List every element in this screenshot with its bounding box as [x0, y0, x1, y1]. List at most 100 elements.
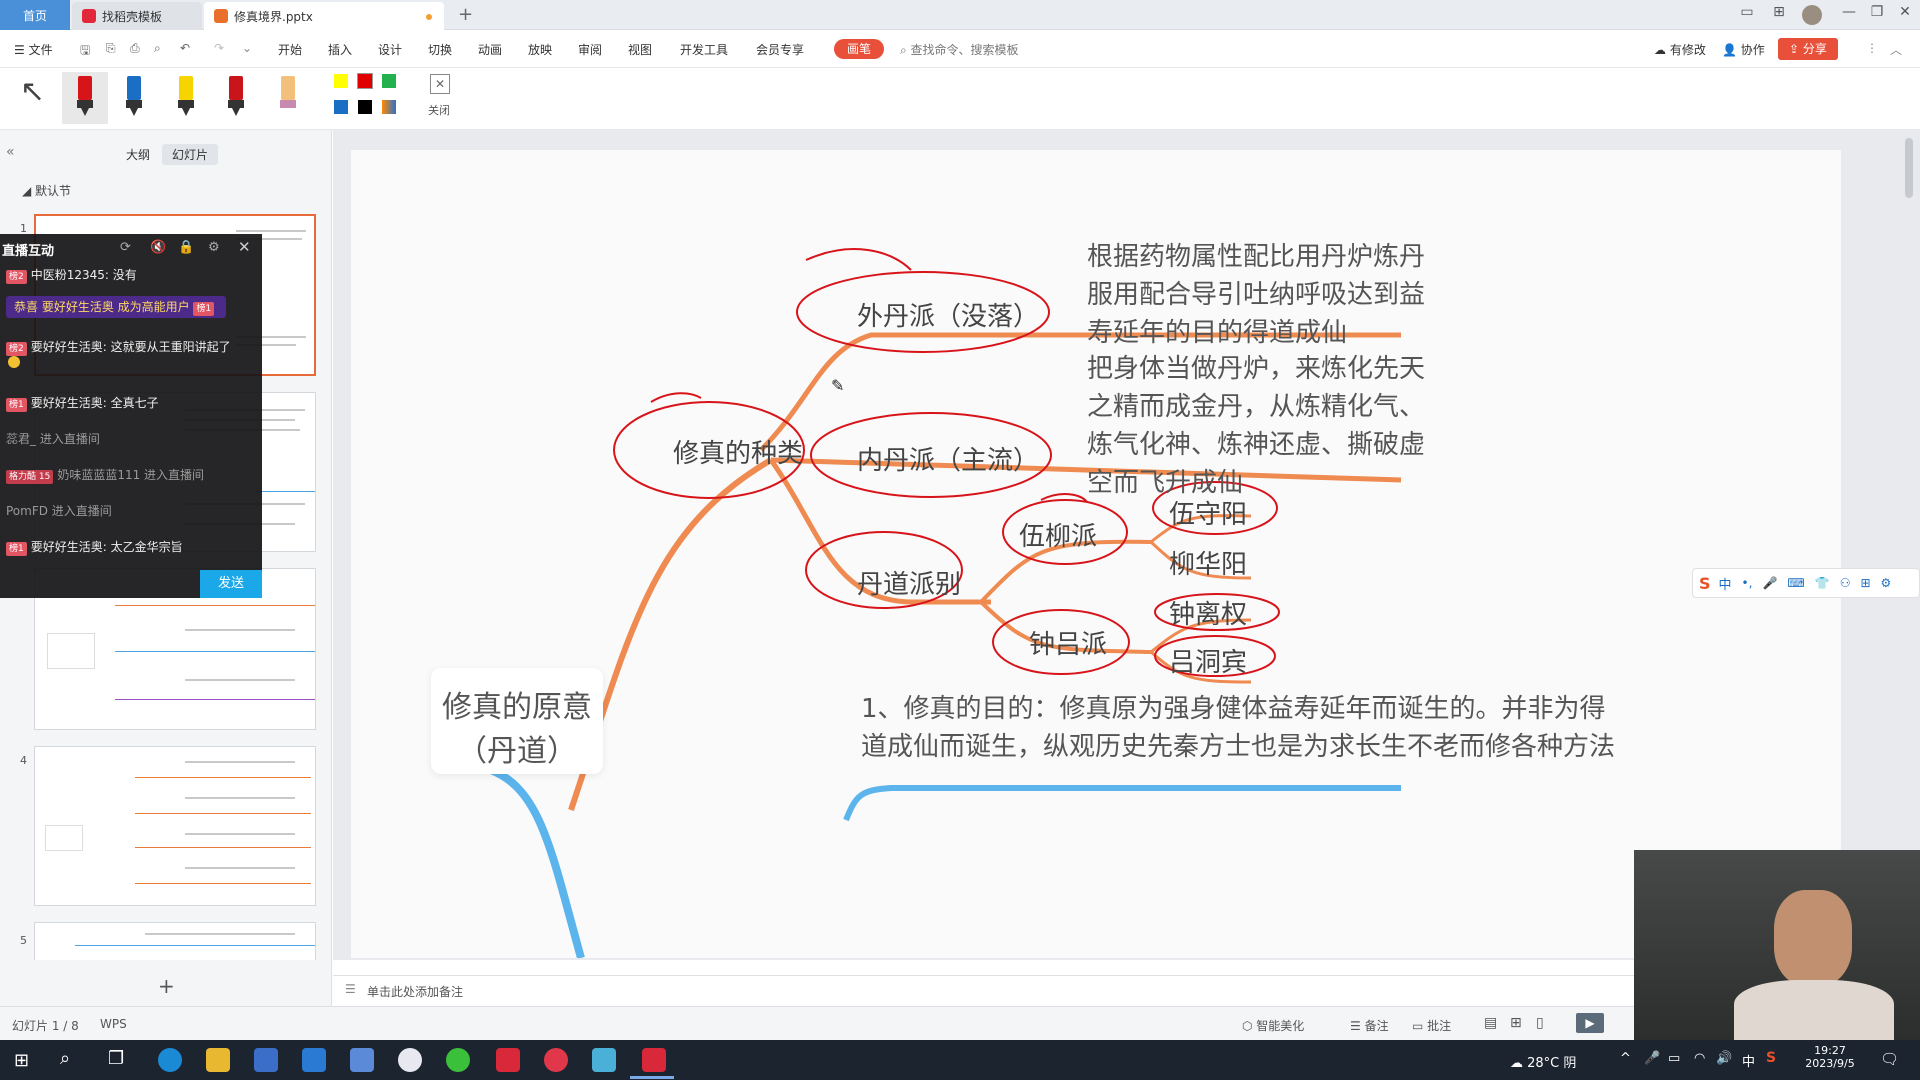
- wechat-icon[interactable]: [446, 1048, 470, 1072]
- menu-review[interactable]: 审阅: [578, 41, 602, 58]
- weather-widget[interactable]: ☁ 28°C 阴: [1510, 1052, 1576, 1071]
- ime-mode[interactable]: 中: [1719, 574, 1732, 593]
- refresh-icon[interactable]: ⟳: [120, 240, 131, 255]
- mic-icon[interactable]: 🎤: [1762, 576, 1777, 590]
- browser-icon[interactable]: [398, 1048, 422, 1072]
- branch-waidan-desc[interactable]: 根据药物属性配比用丹炉炼丹服用配合导引吐纳呼吸达到益寿延年的目的得道成仙: [1087, 238, 1447, 352]
- file-explorer-icon[interactable]: [206, 1048, 230, 1072]
- tab-document[interactable]: 修真境界.pptx: [204, 2, 444, 30]
- comments-button[interactable]: ▭ 批注: [1412, 1017, 1451, 1034]
- tab-template[interactable]: 找稻壳模板: [72, 2, 202, 30]
- music-app-icon[interactable]: [544, 1048, 568, 1072]
- menu-animation[interactable]: 动画: [478, 41, 502, 58]
- edge-icon[interactable]: [158, 1048, 182, 1072]
- menu-start[interactable]: 开始: [278, 41, 302, 58]
- highlighter-yellow[interactable]: [166, 72, 206, 120]
- branch-neidan[interactable]: 内丹派（主流）: [857, 440, 1039, 477]
- tab-outline[interactable]: 大纲: [116, 144, 160, 165]
- section-header[interactable]: ◢ 默认节: [22, 182, 71, 199]
- more-colors-swatch[interactable]: [382, 100, 396, 114]
- menu-view[interactable]: 视图: [628, 41, 652, 58]
- windows-start-icon[interactable]: ⊞: [14, 1050, 29, 1071]
- new-tab-button[interactable]: +: [458, 4, 473, 25]
- slide-thumbnail-4[interactable]: [34, 746, 316, 906]
- menu-insert[interactable]: 插入: [328, 41, 352, 58]
- xmind-icon[interactable]: [496, 1048, 520, 1072]
- preview-icon[interactable]: ⌕: [154, 41, 161, 56]
- screen-tool-icon[interactable]: [592, 1048, 616, 1072]
- apps-icon[interactable]: ⊞: [1860, 576, 1870, 590]
- menu-member[interactable]: 会员专享: [756, 41, 804, 58]
- leaf-liuhuayang[interactable]: 柳华阳: [1169, 544, 1247, 581]
- pen-blue[interactable]: [114, 72, 154, 120]
- command-search[interactable]: ⌕ 查找命令、搜索模板: [900, 41, 1019, 58]
- print-icon[interactable]: ⎙: [130, 41, 140, 56]
- eraser[interactable]: [268, 72, 308, 120]
- pen-mode-tab[interactable]: 画笔: [834, 39, 884, 59]
- clock[interactable]: 19:27 2023/9/5: [1800, 1044, 1860, 1070]
- wps-icon[interactable]: [642, 1048, 666, 1072]
- notification-icon[interactable]: 🗨: [1880, 1050, 1899, 1068]
- undo-icon[interactable]: ↶: [180, 41, 190, 55]
- close-chat-icon[interactable]: ✕: [238, 238, 251, 256]
- close-pen-icon[interactable]: ✕: [430, 74, 450, 94]
- branch-neidan-desc[interactable]: 把身体当做丹炉，来炼化先天之精而成金丹，从炼精化气、炼气化神、炼神还虚、撕破虚空…: [1087, 350, 1447, 502]
- sorter-view-icon[interactable]: ⊞: [1510, 1015, 1522, 1031]
- wifi-icon[interactable]: ◠: [1694, 1051, 1705, 1066]
- restore-icon[interactable]: ❐: [1864, 4, 1890, 20]
- sub-branch-zhonglv[interactable]: 钟吕派: [1029, 624, 1107, 661]
- branch-dandao[interactable]: 丹道派别: [857, 564, 961, 601]
- close-window-icon[interactable]: ✕: [1892, 4, 1918, 20]
- purpose-text[interactable]: 1、修真的目的：修真原为强身健体益寿延年而诞生的。并非为得道成仙而诞生，纵观历史…: [861, 690, 1621, 766]
- lock-icon[interactable]: 🔒: [178, 240, 194, 255]
- color-green-swatch[interactable]: [382, 74, 396, 88]
- origin-node[interactable]: 修真的原意 （丹道）: [431, 668, 603, 774]
- menu-slideshow[interactable]: 放映: [528, 41, 552, 58]
- branch-waidan[interactable]: 外丹派（没落）: [857, 296, 1039, 333]
- slide[interactable]: 修真的种类 外丹派（没落） 内丹派（主流） 丹道派别 根据药物属性配比用丹炉炼丹…: [351, 150, 1841, 958]
- tab-slides[interactable]: 幻灯片: [162, 144, 219, 165]
- sub-branch-wuliu[interactable]: 伍柳派: [1019, 516, 1097, 553]
- pen-red-selected[interactable]: [62, 72, 108, 124]
- export-icon[interactable]: ⎘: [106, 41, 116, 56]
- smart-beautify-button[interactable]: ⬡ 智能美化: [1242, 1017, 1304, 1034]
- color-yellow-swatch[interactable]: [334, 74, 348, 88]
- color-red-swatch[interactable]: [357, 73, 373, 89]
- menu-developer[interactable]: 开发工具: [680, 41, 728, 58]
- more-icon[interactable]: ⋮: [1866, 41, 1878, 55]
- tray-display-icon[interactable]: ▭: [1668, 1051, 1680, 1066]
- file-menu[interactable]: ☰ 文件: [14, 41, 53, 58]
- store-icon[interactable]: [254, 1048, 278, 1072]
- ime-settings-icon[interactable]: ⚙: [1881, 576, 1892, 590]
- normal-view-icon[interactable]: ▤: [1484, 1015, 1497, 1031]
- collaborate-button[interactable]: 👤 协作: [1722, 41, 1765, 58]
- more-dropdown-icon[interactable]: ⌄: [242, 41, 252, 55]
- color-black-swatch[interactable]: [358, 100, 372, 114]
- has-changes-button[interactable]: ☁ 有修改: [1654, 41, 1706, 58]
- send-button[interactable]: 发送: [200, 570, 262, 598]
- cursor-arrow-icon[interactable]: ↖: [20, 74, 45, 109]
- tray-expand-icon[interactable]: ^: [1620, 1051, 1631, 1066]
- volume-icon[interactable]: 🔊: [1716, 1051, 1732, 1066]
- play-slideshow-icon[interactable]: ▶: [1576, 1013, 1604, 1033]
- mail-icon[interactable]: [302, 1048, 326, 1072]
- vertical-scrollbar[interactable]: [1905, 138, 1913, 198]
- slide-thumbnail-5[interactable]: [34, 922, 316, 960]
- bird-app-icon[interactable]: [350, 1048, 374, 1072]
- pen-dark-red[interactable]: [216, 72, 256, 120]
- ime-toolbar[interactable]: S 中 •, 🎤 ⌨ 👕 ⚇ ⊞ ⚙: [1692, 568, 1920, 598]
- toolbox-icon[interactable]: ⚇: [1840, 576, 1851, 590]
- menu-design[interactable]: 设计: [378, 41, 402, 58]
- close-pen-label[interactable]: 关闭: [428, 102, 450, 118]
- collapse-panel-icon[interactable]: «: [6, 144, 15, 160]
- save-icon[interactable]: 🖫: [80, 41, 90, 62]
- reading-view-icon[interactable]: ▯: [1536, 1015, 1544, 1031]
- center-node[interactable]: 修真的种类: [673, 433, 803, 470]
- punctuation-icon[interactable]: •,: [1742, 576, 1753, 590]
- menu-transition[interactable]: 切换: [428, 41, 452, 58]
- leaf-wushouyang[interactable]: 伍守阳: [1169, 494, 1247, 531]
- mute-icon[interactable]: 🔇: [150, 240, 166, 255]
- minimize-icon[interactable]: —: [1836, 4, 1862, 20]
- leaf-zhongliquan[interactable]: 钟离权: [1169, 594, 1247, 631]
- layout-icon[interactable]: ▭: [1734, 4, 1760, 20]
